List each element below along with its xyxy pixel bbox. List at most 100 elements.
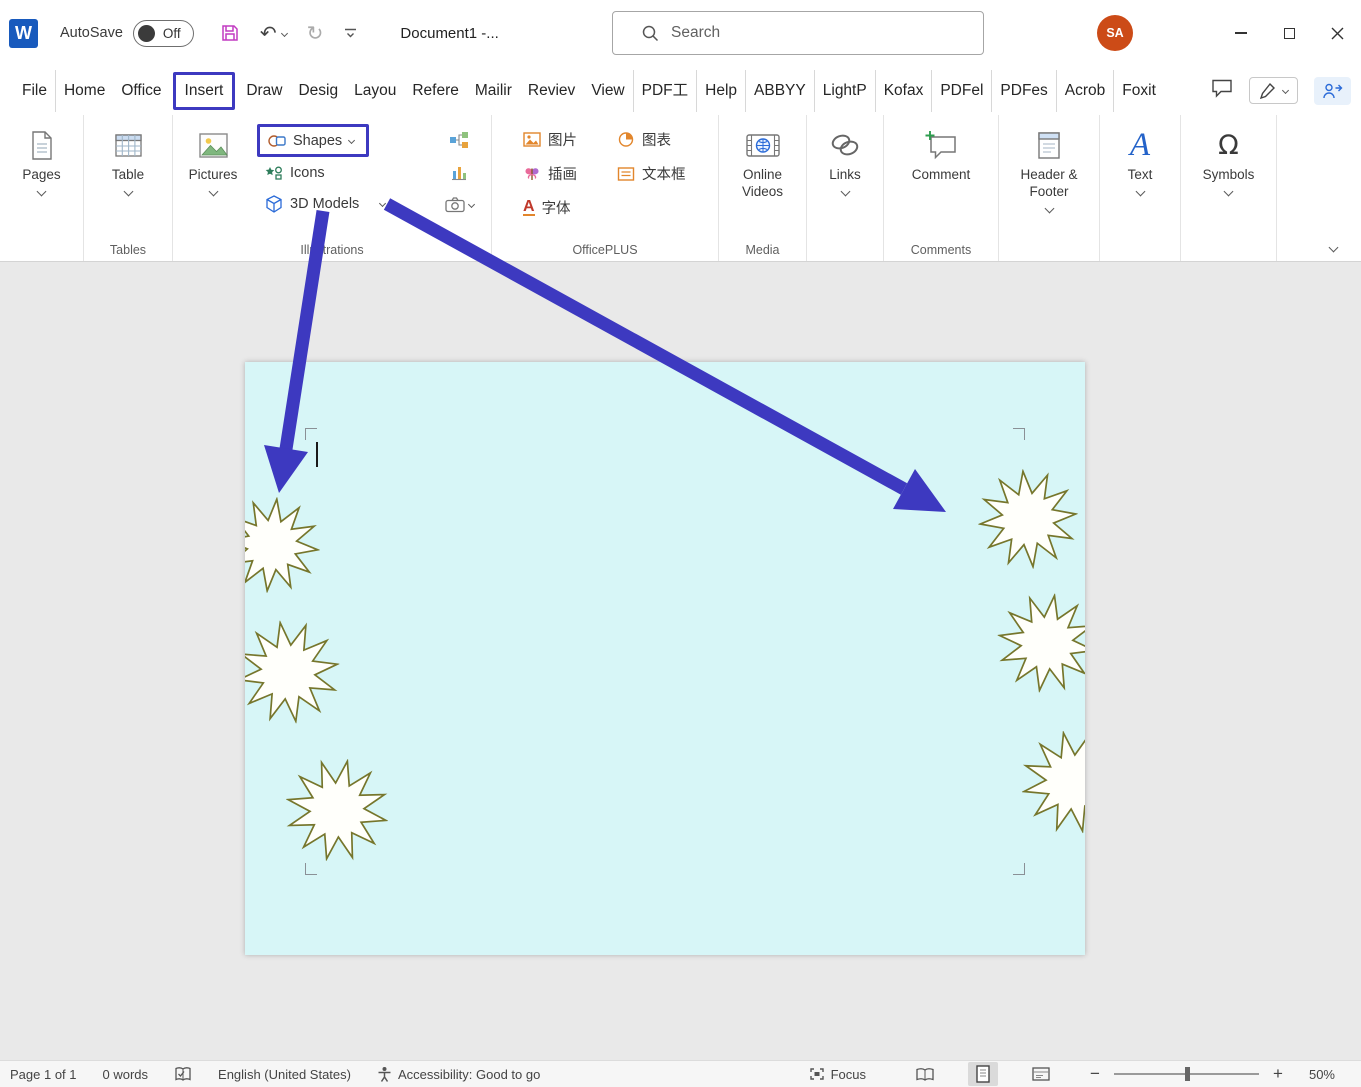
cn-font-button[interactable]: A 字体 (523, 197, 617, 218)
search-input[interactable] (671, 24, 951, 42)
pages-button[interactable]: Pages (0, 115, 83, 231)
cn-illustration-button[interactable]: 插画 (523, 163, 617, 184)
header-footer-label: Header & Footer (1020, 167, 1078, 199)
cn-picture-button[interactable]: 图片 (523, 129, 617, 150)
avatar[interactable]: SA (1097, 15, 1133, 51)
tab-home[interactable]: Home (56, 70, 113, 112)
language-indicator[interactable]: English (United States) (218, 1067, 351, 1082)
collapse-ribbon-button[interactable] (1328, 242, 1339, 253)
starburst-shape[interactable] (245, 492, 325, 598)
chevron-down-icon (280, 29, 288, 37)
cn-chart-button[interactable]: 图表 (617, 129, 727, 150)
share-icon (1323, 83, 1343, 98)
web-layout-button[interactable] (1026, 1062, 1056, 1086)
search-box[interactable] (612, 11, 984, 55)
tab-review[interactable]: Reviev (520, 70, 583, 112)
chevron-down-icon (348, 136, 356, 145)
starburst-shape[interactable] (245, 613, 347, 732)
redo-button[interactable]: ↻ (307, 21, 324, 45)
zoom-level[interactable]: 50% (1299, 1067, 1335, 1082)
tab-acrobat[interactable]: Acrob (1057, 69, 1115, 112)
word-count[interactable]: 0 words (103, 1067, 149, 1082)
proofing-button[interactable] (174, 1066, 192, 1082)
tab-file[interactable]: File (14, 69, 56, 112)
group-text: A Text (1100, 115, 1181, 261)
cn-font-icon: A (523, 198, 535, 216)
text-a-icon: A (1129, 126, 1151, 163)
tab-pdfelement[interactable]: PDFel (932, 69, 993, 112)
page-indicator[interactable]: Page 1 of 1 (10, 1067, 77, 1082)
tab-insert[interactable]: Insert (172, 71, 236, 110)
symbols-button[interactable]: Ω Symbols (1181, 115, 1276, 231)
chart-button[interactable] (450, 156, 468, 188)
starburst-shape[interactable] (275, 748, 398, 871)
tab-layout[interactable]: Layou (346, 70, 404, 112)
undo-button[interactable]: ↶ (260, 21, 288, 45)
autosave-toggle[interactable]: Off (132, 19, 194, 47)
zoom-in-button[interactable]: + (1271, 1064, 1285, 1084)
illustrations-mini-column (431, 115, 487, 261)
document-area[interactable] (0, 262, 1361, 1060)
online-videos-button[interactable]: Online Videos (719, 115, 806, 231)
comment-button[interactable]: Comment (884, 115, 998, 231)
chevron-down-icon (840, 186, 850, 197)
chevron-down-icon (1223, 186, 1234, 197)
tab-mailings[interactable]: Mailir (467, 70, 520, 112)
tab-pdf-tools[interactable]: PDF工 (634, 69, 698, 112)
read-mode-button[interactable] (910, 1062, 940, 1086)
links-button[interactable]: Links (807, 115, 883, 231)
print-layout-button[interactable] (968, 1062, 998, 1086)
document-page[interactable] (245, 362, 1085, 955)
word-logo-icon[interactable]: W (9, 18, 38, 48)
screenshot-button[interactable] (444, 188, 475, 220)
tab-view[interactable]: View (583, 69, 634, 112)
customize-quick-access-button[interactable] (343, 27, 358, 40)
tab-references[interactable]: Refere (404, 70, 467, 112)
smartart-button[interactable] (449, 124, 469, 156)
comments-button[interactable] (1211, 78, 1233, 103)
tab-design[interactable]: Desig (290, 70, 346, 112)
close-button[interactable] (1313, 0, 1361, 66)
icons-button[interactable]: Icons (257, 157, 431, 188)
starburst-shape[interactable] (1012, 721, 1085, 843)
minimize-icon (1235, 32, 1247, 34)
focus-button[interactable]: Focus (809, 1067, 866, 1082)
zoom-slider[interactable] (1114, 1067, 1259, 1081)
group-illustrations: Pictures Shapes Icons 3D Models Illustra… (173, 115, 492, 261)
table-button[interactable]: Table (84, 115, 172, 231)
zoom-slider-knob[interactable] (1184, 1067, 1190, 1081)
tab-foxit[interactable]: Foxit (1114, 70, 1164, 112)
group-media: Online Videos Media (719, 115, 807, 261)
tab-pdfescape[interactable]: PDFes (992, 69, 1057, 112)
tab-help[interactable]: Help (697, 69, 747, 112)
starburst-shape[interactable] (973, 464, 1083, 574)
accessibility-status[interactable]: Accessibility: Good to go (377, 1066, 540, 1082)
tab-kofax[interactable]: Kofax (876, 69, 933, 112)
3d-models-button[interactable]: 3D Models (257, 188, 431, 219)
online-video-icon (745, 127, 780, 163)
save-button[interactable] (220, 23, 240, 43)
zoom-out-button[interactable]: − (1088, 1064, 1102, 1084)
media-group-label: Media (745, 243, 780, 257)
tab-lightpdf[interactable]: LightP (815, 69, 876, 112)
cn-textbox-button[interactable]: 文本框 (617, 163, 727, 184)
shapes-button[interactable]: Shapes (257, 124, 369, 157)
editing-mode-button[interactable] (1249, 77, 1298, 104)
illustrations-group-label: Illustrations (300, 243, 364, 257)
text-button[interactable]: A Text (1100, 115, 1180, 231)
minimize-button[interactable] (1217, 0, 1265, 66)
omega-icon: Ω (1218, 129, 1239, 161)
pictures-button[interactable]: Pictures (173, 115, 253, 231)
group-tables: Table Tables (84, 115, 173, 261)
tab-draw[interactable]: Draw (238, 70, 290, 112)
autosave-state: Off (162, 25, 181, 41)
chevron-down-icon (1281, 86, 1290, 95)
pages-icon (29, 127, 55, 163)
header-footer-icon (1037, 127, 1061, 163)
maximize-button[interactable] (1265, 0, 1313, 66)
starburst-shape[interactable] (990, 586, 1085, 700)
share-button[interactable] (1314, 76, 1351, 105)
header-footer-button[interactable]: Header & Footer (999, 115, 1099, 231)
tab-abbyy[interactable]: ABBYY (746, 69, 815, 112)
tab-office[interactable]: Office (113, 70, 169, 112)
